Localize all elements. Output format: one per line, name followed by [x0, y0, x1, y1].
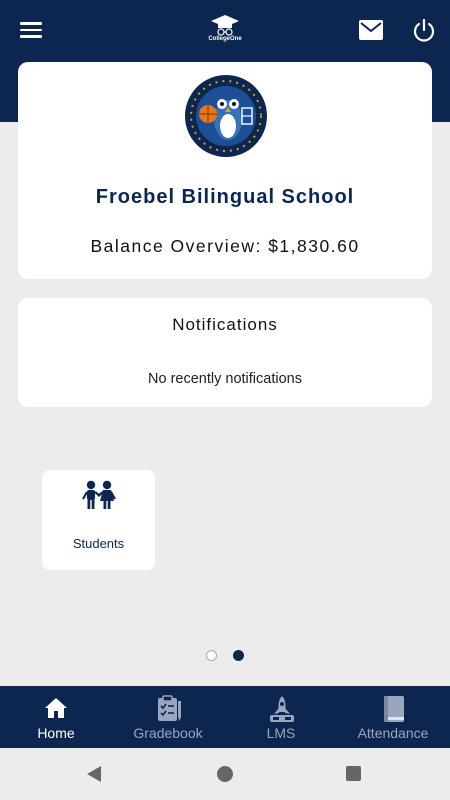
mail-icon[interactable]: [359, 20, 383, 40]
nav-attendance[interactable]: Attendance: [337, 686, 449, 748]
nav-home[interactable]: Home: [0, 686, 112, 748]
notifications-title: Notifications: [172, 315, 278, 334]
nav-gradebook[interactable]: Gradebook: [112, 686, 224, 748]
home-circle-icon[interactable]: [217, 766, 233, 782]
school-crest-owl-icon: [185, 75, 267, 157]
app-name: CollegeOne: [208, 36, 242, 42]
book-icon: [384, 696, 404, 722]
school-name: Froebel Bilingual School: [95, 186, 355, 208]
nav-home-label: Home: [37, 725, 75, 741]
menu-icon[interactable]: [20, 21, 42, 39]
notifications-card: Notifications No recently notifications: [18, 298, 432, 407]
students-tile[interactable]: Students: [42, 470, 155, 570]
school-card: Froebel Bilingual School Balance Overvie…: [18, 62, 432, 279]
recent-apps-icon[interactable]: [346, 766, 361, 781]
graduation-cap-icon: [211, 15, 239, 36]
app-logo: CollegeOne: [203, 14, 247, 46]
notifications-empty-message: No recently notifications: [148, 371, 302, 387]
students-tile-label: Students: [72, 536, 125, 551]
pager-dot-1[interactable]: [206, 650, 217, 661]
students-icon: [82, 480, 116, 509]
clipboard-icon: [158, 695, 181, 721]
rocket-icon: [270, 696, 294, 722]
back-icon[interactable]: [86, 765, 102, 783]
pager-dot-2-active[interactable]: [233, 650, 244, 661]
balance-overview: Balance Overview: $1,830.60: [90, 236, 360, 256]
nav-lms-label: LMS: [266, 725, 296, 741]
nav-lms[interactable]: LMS: [225, 686, 337, 748]
nav-gradebook-label: Gradebook: [133, 725, 203, 741]
bottom-navigation: Home Gradebook LMS Attendance: [0, 686, 450, 748]
home-icon: [45, 698, 67, 718]
power-icon[interactable]: [412, 18, 436, 42]
nav-attendance-label: Attendance: [357, 725, 429, 741]
